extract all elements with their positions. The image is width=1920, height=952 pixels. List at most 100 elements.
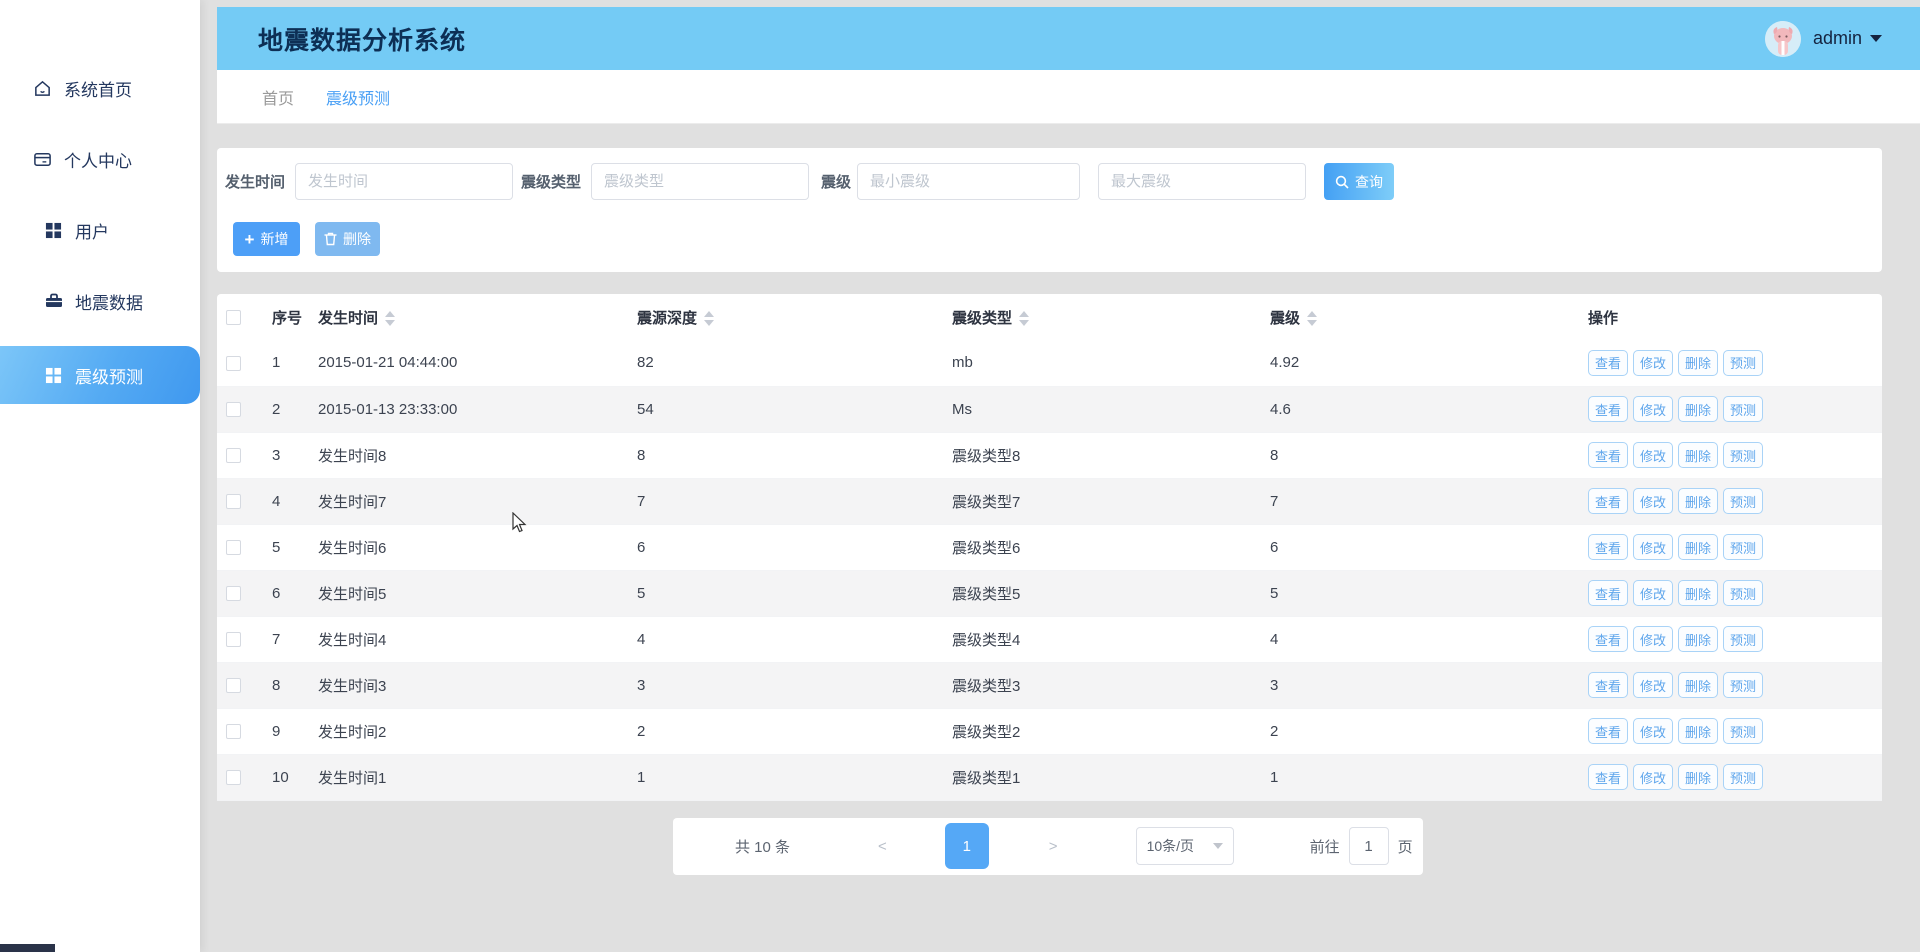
row-checkbox[interactable] (226, 494, 241, 509)
column-header-magnitude[interactable]: 震级 (1270, 294, 1588, 340)
sort-icon[interactable] (1307, 311, 1317, 326)
row-index: 1 (261, 340, 318, 386)
predict-button[interactable]: 预测 (1723, 350, 1763, 376)
search-panel: 发生时间 震级类型 震级 查询 + 新增 删除 (217, 148, 1882, 272)
edit-button[interactable]: 修改 (1633, 396, 1673, 422)
row-actions: 查看修改删除预测 (1588, 570, 1882, 616)
edit-button[interactable]: 修改 (1633, 442, 1673, 468)
app-window: 系统首页 个人中心 用户 地震数据 (0, 0, 1920, 952)
delete-row-button[interactable]: 删除 (1678, 718, 1718, 744)
view-button[interactable]: 查看 (1588, 396, 1628, 422)
row-depth: 82 (637, 340, 952, 386)
tab-bar: 首页 震级预测 (217, 70, 1920, 124)
goto-page-input[interactable] (1349, 827, 1389, 865)
edit-button[interactable]: 修改 (1633, 764, 1673, 790)
column-header-type[interactable]: 震级类型 (952, 294, 1270, 340)
min-magnitude-input[interactable] (857, 163, 1080, 200)
edit-button[interactable]: 修改 (1633, 626, 1673, 652)
column-header-depth[interactable]: 震源深度 (637, 294, 952, 340)
edit-button[interactable]: 修改 (1633, 534, 1673, 560)
edit-button[interactable]: 修改 (1633, 580, 1673, 606)
next-page-button[interactable]: > (1049, 838, 1058, 855)
tab-magnitude-prediction[interactable]: 震级预测 (326, 85, 390, 109)
predict-button[interactable]: 预测 (1723, 442, 1763, 468)
edit-button[interactable]: 修改 (1633, 350, 1673, 376)
view-button[interactable]: 查看 (1588, 718, 1628, 744)
search-button[interactable]: 查询 (1324, 163, 1394, 200)
view-button[interactable]: 查看 (1588, 442, 1628, 468)
row-checkbox[interactable] (226, 724, 241, 739)
delete-row-button[interactable]: 删除 (1678, 672, 1718, 698)
row-actions: 查看修改删除预测 (1588, 754, 1882, 800)
row-type: 震级类型5 (952, 570, 1270, 616)
edit-button[interactable]: 修改 (1633, 718, 1673, 744)
predict-button[interactable]: 预测 (1723, 626, 1763, 652)
row-actions: 查看修改删除预测 (1588, 662, 1882, 708)
view-button[interactable]: 查看 (1588, 764, 1628, 790)
sort-icon[interactable] (385, 311, 395, 326)
delete-row-button[interactable]: 删除 (1678, 488, 1718, 514)
sort-icon[interactable] (1019, 311, 1029, 326)
table-row: 8 发生时间3 3 震级类型3 3 查看修改删除预测 (217, 662, 1882, 708)
delete-row-button[interactable]: 删除 (1678, 350, 1718, 376)
view-button[interactable]: 查看 (1588, 626, 1628, 652)
tab-home[interactable]: 首页 (262, 85, 294, 109)
goto-label: 前往 (1310, 836, 1340, 857)
row-time: 发生时间6 (318, 524, 637, 570)
row-checkbox[interactable] (226, 770, 241, 785)
select-all-checkbox[interactable] (226, 310, 241, 325)
view-button[interactable]: 查看 (1588, 672, 1628, 698)
max-magnitude-input[interactable] (1098, 163, 1306, 200)
magnitude-type-input[interactable] (591, 163, 809, 200)
row-checkbox[interactable] (226, 356, 241, 371)
delete-row-button[interactable]: 删除 (1678, 580, 1718, 606)
edit-button[interactable]: 修改 (1633, 488, 1673, 514)
delete-row-button[interactable]: 删除 (1678, 442, 1718, 468)
predict-button[interactable]: 预测 (1723, 534, 1763, 560)
sidebar-item-earthquake-data[interactable]: 地震数据 (0, 279, 200, 323)
row-checkbox[interactable] (226, 540, 241, 555)
row-checkbox[interactable] (226, 632, 241, 647)
sidebar-item-system-home[interactable]: 系统首页 (0, 66, 200, 110)
delete-row-button[interactable]: 删除 (1678, 626, 1718, 652)
row-checkbox[interactable] (226, 402, 241, 417)
delete-row-button[interactable]: 删除 (1678, 764, 1718, 790)
row-depth: 4 (637, 616, 952, 662)
row-depth: 6 (637, 524, 952, 570)
plus-icon: + (245, 231, 255, 248)
predict-button[interactable]: 预测 (1723, 672, 1763, 698)
predict-button[interactable]: 预测 (1723, 396, 1763, 422)
user-menu[interactable]: admin (1765, 21, 1882, 57)
view-button[interactable]: 查看 (1588, 534, 1628, 560)
row-time: 发生时间5 (318, 570, 637, 616)
pagination: 共 10 条 < 1 > 10条/页 前往 页 (673, 818, 1423, 875)
page-size-select[interactable]: 10条/页 (1136, 827, 1234, 865)
row-index: 6 (261, 570, 318, 616)
delete-row-button[interactable]: 删除 (1678, 396, 1718, 422)
column-header-time[interactable]: 发生时间 (318, 294, 637, 340)
sidebar-item-magnitude-prediction[interactable]: 震级预测 (0, 346, 200, 404)
predict-button[interactable]: 预测 (1723, 488, 1763, 514)
edit-button[interactable]: 修改 (1633, 672, 1673, 698)
view-button[interactable]: 查看 (1588, 488, 1628, 514)
sidebar-item-users[interactable]: 用户 (0, 208, 200, 252)
add-button[interactable]: + 新增 (233, 222, 300, 256)
sidebar-item-profile[interactable]: 个人中心 (0, 137, 200, 181)
row-checkbox[interactable] (226, 586, 241, 601)
view-button[interactable]: 查看 (1588, 350, 1628, 376)
occurrence-time-input[interactable] (295, 163, 513, 200)
table-row: 7 发生时间4 4 震级类型4 4 查看修改删除预测 (217, 616, 1882, 662)
delete-button[interactable]: 删除 (315, 222, 380, 256)
predict-button[interactable]: 预测 (1723, 580, 1763, 606)
predict-button[interactable]: 预测 (1723, 764, 1763, 790)
row-checkbox[interactable] (226, 678, 241, 693)
delete-row-button[interactable]: 删除 (1678, 534, 1718, 560)
grid-icon (44, 221, 63, 240)
current-page[interactable]: 1 (945, 823, 989, 869)
view-button[interactable]: 查看 (1588, 580, 1628, 606)
row-checkbox[interactable] (226, 448, 241, 463)
predict-button[interactable]: 预测 (1723, 718, 1763, 744)
prev-page-button[interactable]: < (878, 838, 887, 855)
sort-icon[interactable] (704, 311, 714, 326)
row-time: 2015-01-13 23:33:00 (318, 386, 637, 432)
